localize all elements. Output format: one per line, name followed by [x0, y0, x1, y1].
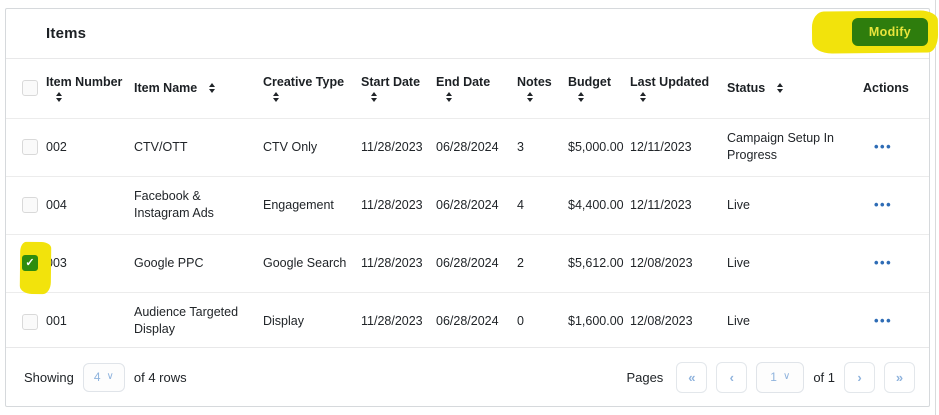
cell-actions: ••• [858, 118, 929, 176]
cell-item-name: Facebook & Instagram Ads [129, 176, 258, 234]
sort-icon[interactable] [371, 92, 377, 102]
table-row: ✓ 001 Audience Targeted Display Display … [6, 292, 929, 350]
table-header-row: Item Number Item Name Creative Type Star… [6, 59, 929, 118]
page-edge-divider [935, 0, 936, 415]
page-select[interactable]: 1 ∨ [756, 362, 804, 393]
chevron-down-icon: ∨ [783, 372, 790, 382]
column-header-last-updated[interactable]: Last Updated [625, 59, 722, 118]
cell-actions: ••• [858, 234, 929, 292]
row-actions-menu-icon[interactable]: ••• [874, 312, 892, 330]
cell-end-date: 06/28/2024 [431, 176, 512, 234]
row-checkbox[interactable]: ✓ [22, 255, 38, 271]
column-header-actions: Actions [858, 59, 929, 118]
modify-button[interactable]: Modify [852, 18, 928, 46]
cell-last-updated: 12/08/2023 [625, 234, 722, 292]
cell-item-number: 002 [41, 118, 129, 176]
cell-item-number: 003 [41, 234, 129, 292]
sort-icon[interactable] [527, 92, 533, 102]
sort-icon[interactable] [777, 83, 783, 93]
table-row: ✓ 002 CTV/OTT CTV Only 11/28/2023 06/28/… [6, 118, 929, 176]
sort-icon[interactable] [640, 92, 646, 102]
last-page-button[interactable]: » [884, 362, 915, 393]
cell-notes: 2 [512, 234, 563, 292]
cell-notes: 3 [512, 118, 563, 176]
page-title: Items [46, 25, 86, 42]
cell-start-date: 11/28/2023 [356, 176, 431, 234]
cell-status: Live [722, 234, 858, 292]
sort-icon[interactable] [578, 92, 584, 102]
cell-actions: ••• [858, 292, 929, 350]
chevron-left-icon: ‹ [730, 370, 734, 385]
column-header-item-number[interactable]: Item Number [41, 59, 129, 118]
check-icon: ✓ [25, 258, 34, 269]
column-header-start-date[interactable]: Start Date [356, 59, 431, 118]
row-checkbox[interactable]: ✓ [22, 197, 38, 213]
cell-creative-type: Engagement [258, 176, 356, 234]
column-header-status[interactable]: Status [722, 59, 858, 118]
items-panel: Items Modify Item Number Item Name [5, 8, 930, 407]
rows-count-label: of 4 rows [134, 370, 187, 385]
cell-item-name: Audience Targeted Display [129, 292, 258, 350]
double-chevron-left-icon: « [688, 370, 695, 385]
cell-notes: 0 [512, 292, 563, 350]
cell-last-updated: 12/11/2023 [625, 118, 722, 176]
select-all-checkbox[interactable] [22, 80, 38, 96]
page-count-label: of 1 [813, 370, 835, 385]
rows-per-page-select[interactable]: 4 ∨ [83, 363, 125, 392]
cell-end-date: 06/28/2024 [431, 292, 512, 350]
row-checkbox[interactable]: ✓ [22, 139, 38, 155]
cell-budget: $5,000.00 [563, 118, 625, 176]
sort-icon[interactable] [56, 92, 62, 102]
column-header-budget[interactable]: Budget [563, 59, 625, 118]
table-row: ✓ 004 Facebook & Instagram Ads Engagemen… [6, 176, 929, 234]
row-actions-menu-icon[interactable]: ••• [874, 138, 892, 156]
double-chevron-right-icon: » [896, 370, 903, 385]
first-page-button[interactable]: « [676, 362, 707, 393]
cell-budget: $5,612.00 [563, 234, 625, 292]
cell-start-date: 11/28/2023 [356, 292, 431, 350]
chevron-down-icon: ∨ [107, 372, 114, 382]
row-actions-menu-icon[interactable]: ••• [874, 196, 892, 214]
column-header-item-name[interactable]: Item Name [129, 59, 258, 118]
column-header-creative-type[interactable]: Creative Type [258, 59, 356, 118]
chevron-right-icon: › [857, 370, 861, 385]
sort-icon[interactable] [209, 83, 215, 93]
cell-actions: ••• [858, 176, 929, 234]
sort-icon[interactable] [446, 92, 452, 102]
table-footer: Showing 4 ∨ of 4 rows Pages « ‹ 1 ∨ of 1… [6, 347, 929, 406]
row-actions-menu-icon[interactable]: ••• [874, 254, 892, 272]
next-page-button[interactable]: › [844, 362, 875, 393]
cell-budget: $4,400.00 [563, 176, 625, 234]
pages-label: Pages [626, 370, 663, 385]
cell-item-name: Google PPC [129, 234, 258, 292]
showing-label: Showing [24, 370, 74, 385]
cell-last-updated: 12/11/2023 [625, 176, 722, 234]
cell-start-date: 11/28/2023 [356, 118, 431, 176]
items-table: Item Number Item Name Creative Type Star… [6, 59, 929, 350]
row-checkbox[interactable]: ✓ [22, 314, 38, 330]
cell-item-number: 001 [41, 292, 129, 350]
cell-status: Live [722, 176, 858, 234]
cell-start-date: 11/28/2023 [356, 234, 431, 292]
cell-status: Campaign Setup In Progress [722, 118, 858, 176]
column-header-notes[interactable]: Notes [512, 59, 563, 118]
cell-creative-type: Google Search [258, 234, 356, 292]
table-row: ✓ 003 Google PPC Google Search 11/28/202… [6, 234, 929, 292]
panel-titlebar: Items Modify [6, 9, 929, 59]
cell-creative-type: CTV Only [258, 118, 356, 176]
cell-end-date: 06/28/2024 [431, 234, 512, 292]
cell-notes: 4 [512, 176, 563, 234]
cell-end-date: 06/28/2024 [431, 118, 512, 176]
cell-budget: $1,600.00 [563, 292, 625, 350]
sort-icon[interactable] [273, 92, 279, 102]
prev-page-button[interactable]: ‹ [716, 362, 747, 393]
cell-creative-type: Display [258, 292, 356, 350]
cell-item-name: CTV/OTT [129, 118, 258, 176]
column-header-end-date[interactable]: End Date [431, 59, 512, 118]
cell-status: Live [722, 292, 858, 350]
cell-last-updated: 12/08/2023 [625, 292, 722, 350]
cell-item-number: 004 [41, 176, 129, 234]
